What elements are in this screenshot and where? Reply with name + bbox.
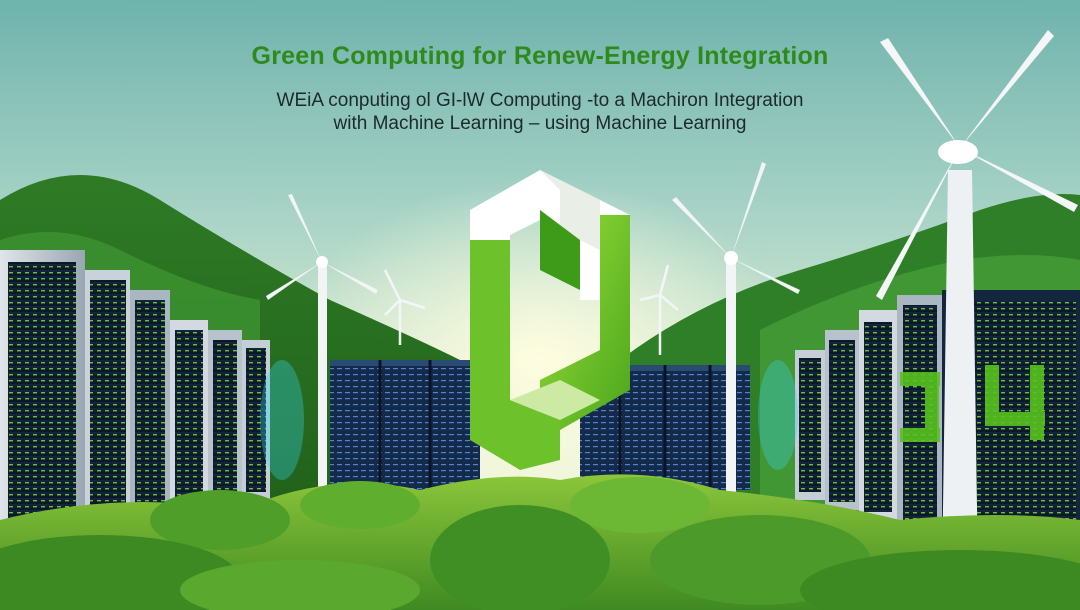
scene: Green Computing for Renew-Energy Integra… — [0, 0, 1080, 610]
page-title: Green Computing for Renew-Energy Integra… — [251, 42, 829, 70]
server-row-center-left — [330, 360, 480, 490]
subtitle-line-1: WEiA conputing ol GI-lW Computing -to a … — [276, 90, 804, 111]
subtitle-line-2: with Machine Learning – using Machine Le… — [333, 113, 747, 134]
